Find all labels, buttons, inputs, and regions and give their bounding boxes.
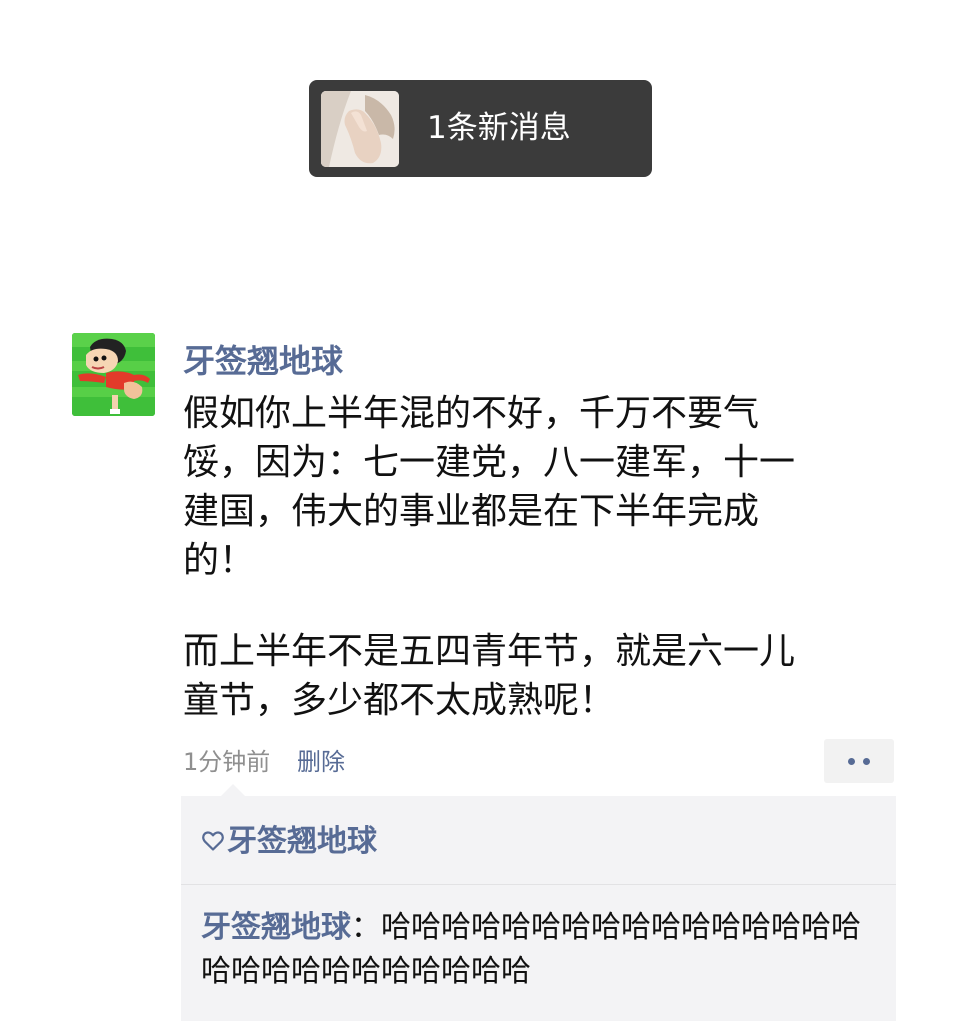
- more-actions-button[interactable]: [824, 739, 894, 783]
- post-timestamp: 1分钟前: [183, 748, 271, 776]
- divider: [181, 884, 896, 885]
- post-text-line: 建国，伟大的事业都是在下半年完成: [183, 491, 760, 532]
- post-text-line: 童节，多少都不太成熟呢！: [183, 680, 616, 721]
- sender-avatar: [321, 91, 399, 167]
- comment-item[interactable]: 牙签翘地球：哈哈哈哈哈哈哈哈哈哈哈哈哈哈哈哈哈哈哈哈哈哈哈哈哈哈哈: [201, 906, 871, 994]
- delete-link[interactable]: 删除: [297, 744, 345, 780]
- post-text-line: 的！: [183, 540, 256, 581]
- post-text-line: 馁，因为：七一建党，八一建军，十一: [183, 442, 796, 483]
- post-content: 假如你上半年混的不好，千万不要气 馁，因为：七一建党，八一建军，十一 建国，伟大…: [183, 389, 855, 725]
- author-avatar[interactable]: [72, 333, 155, 416]
- likes-row: 牙签翘地球: [201, 820, 377, 864]
- post-text-line: 而上半年不是五四青年节，就是六一儿: [183, 631, 796, 672]
- comment-separator: ：: [351, 910, 381, 945]
- likes-comments-panel: 牙签翘地球 牙签翘地球：哈哈哈哈哈哈哈哈哈哈哈哈哈哈哈哈哈哈哈哈哈哈哈哈哈哈哈: [181, 784, 896, 1021]
- more-dots-icon: [848, 758, 855, 765]
- new-message-label: 1条新消息: [427, 110, 571, 146]
- post-text-line: 假如你上半年混的不好，千万不要气: [183, 393, 760, 434]
- comment-author[interactable]: 牙签翘地球: [201, 910, 351, 945]
- post-author-name[interactable]: 牙签翘地球: [183, 336, 343, 386]
- more-dots-icon: [863, 758, 870, 765]
- new-message-notification[interactable]: 1条新消息: [309, 80, 652, 177]
- like-user-name[interactable]: 牙签翘地球: [227, 824, 377, 859]
- heart-icon: [202, 831, 224, 851]
